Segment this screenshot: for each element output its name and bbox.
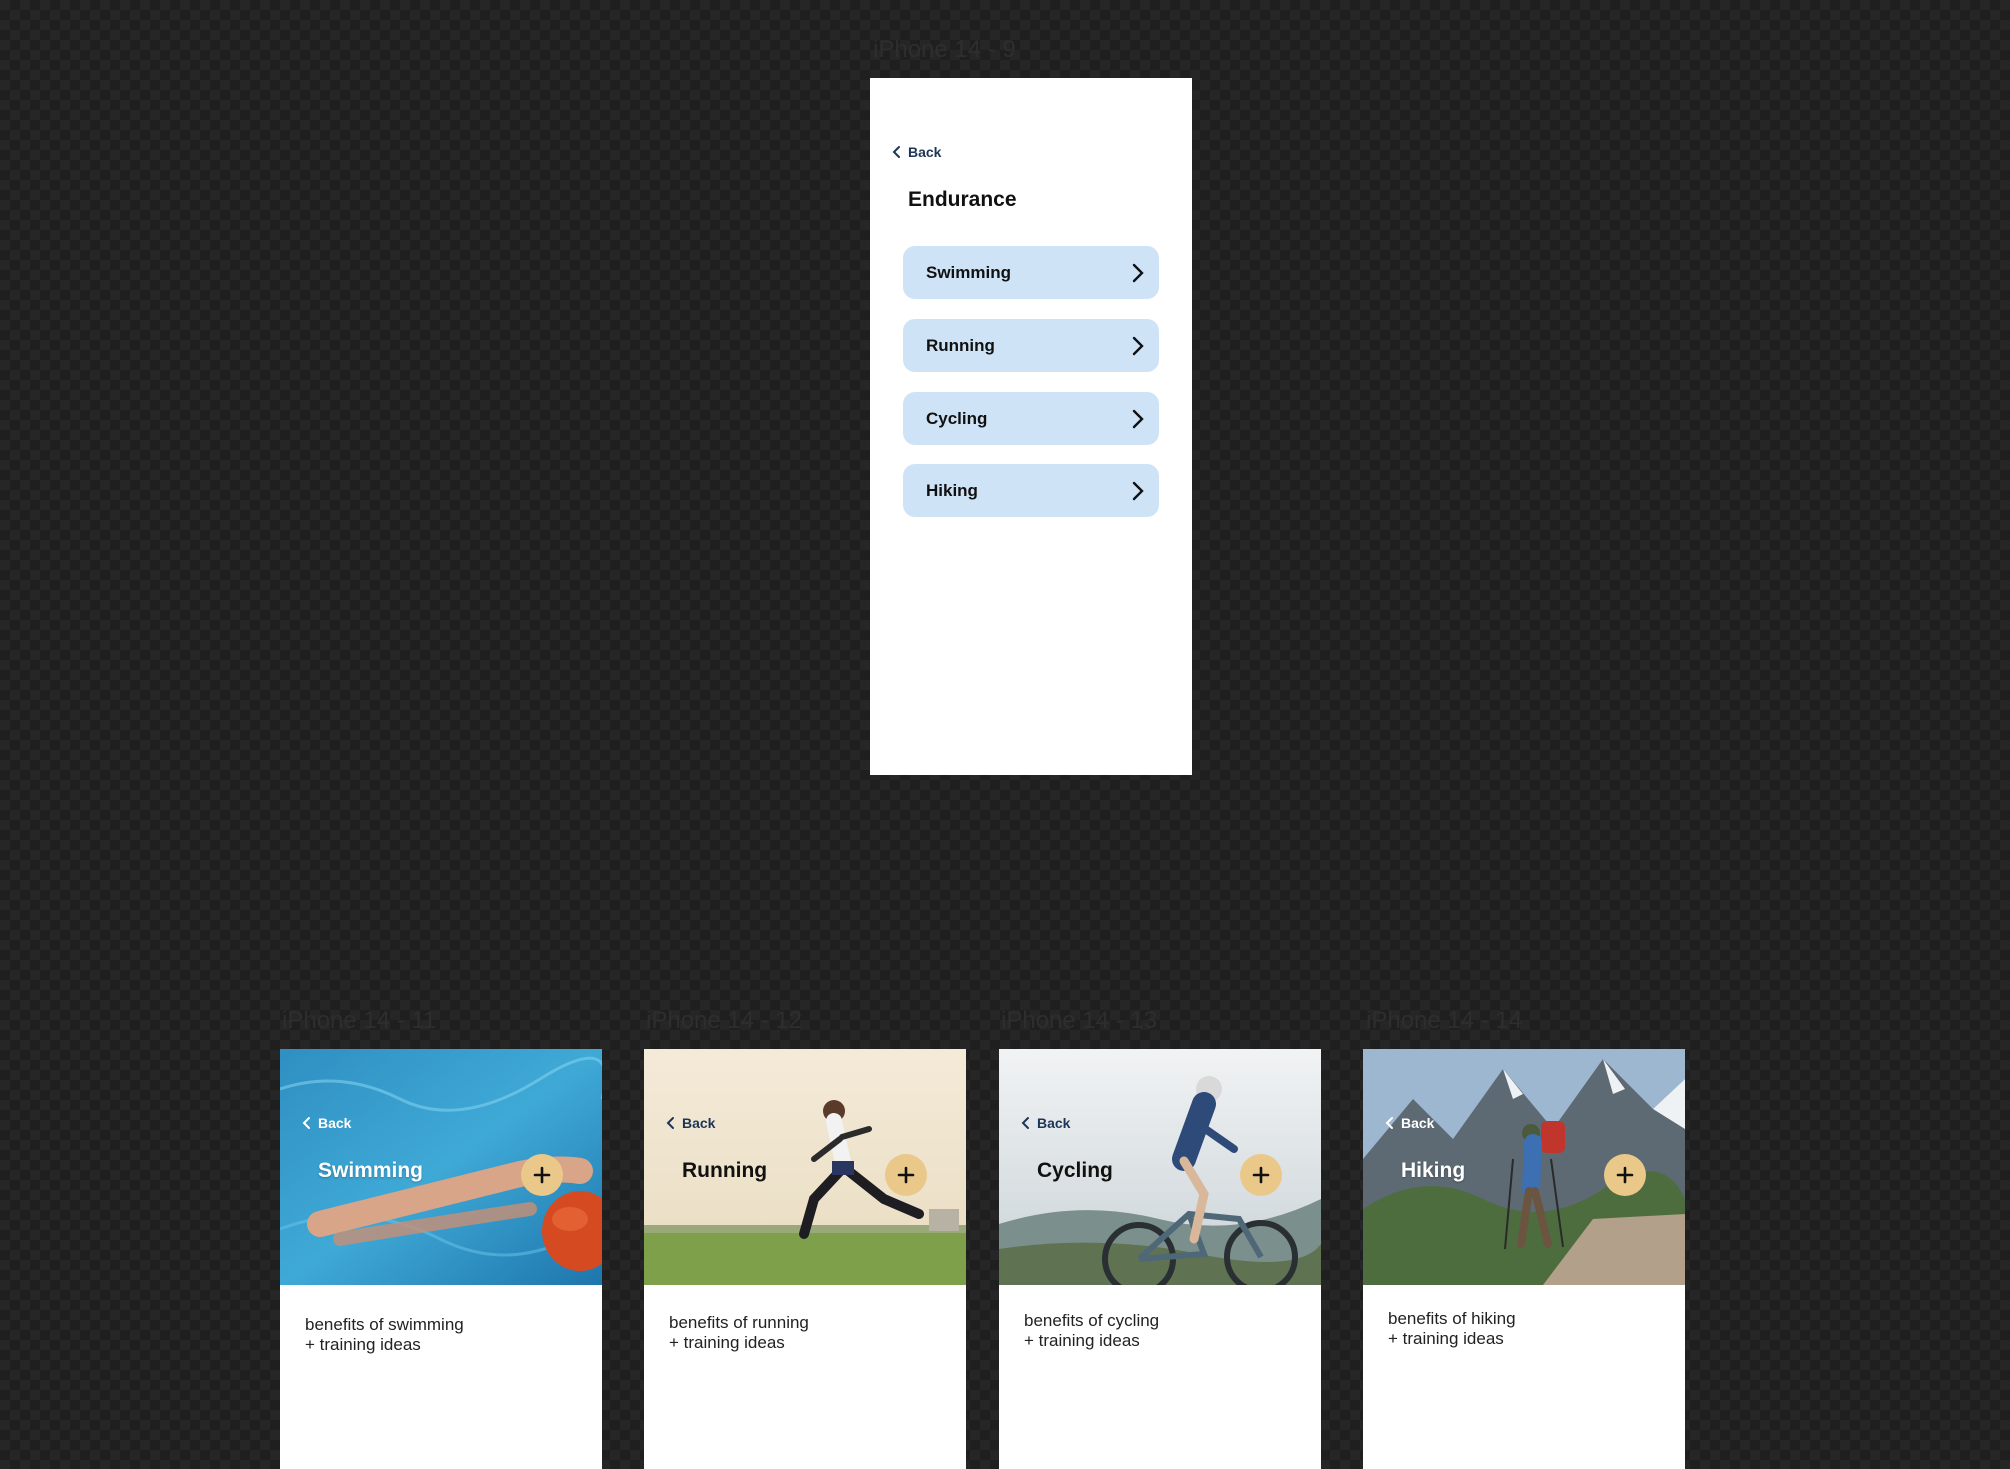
- frame-label-hiking: iPhone 14 - 14: [1366, 1007, 1523, 1034]
- hero-title: Hiking: [1401, 1159, 1466, 1182]
- plus-icon: [1252, 1166, 1270, 1184]
- plus-icon: [897, 1166, 915, 1184]
- back-label: Back: [1037, 1115, 1071, 1131]
- back-button[interactable]: Back: [302, 1115, 351, 1131]
- chevron-right-icon: [1132, 263, 1144, 282]
- add-button[interactable]: [521, 1154, 563, 1196]
- description-line: benefits of swimming: [305, 1315, 464, 1334]
- list-item-label: Cycling: [926, 408, 988, 428]
- add-button[interactable]: [1240, 1154, 1282, 1196]
- chevron-right-icon: [1132, 481, 1144, 500]
- chevron-right-icon: [1132, 409, 1144, 428]
- add-button[interactable]: [1604, 1154, 1646, 1196]
- chevron-right-icon: [1132, 336, 1144, 355]
- list-item-label: Hiking: [926, 480, 978, 500]
- list-item-label: Running: [926, 335, 995, 355]
- hero-title: Swimming: [318, 1159, 424, 1182]
- chevron-left-icon: [666, 1117, 674, 1129]
- chevron-left-icon: [302, 1117, 310, 1129]
- description-line: + training ideas: [1024, 1331, 1140, 1350]
- back-button[interactable]: Back: [666, 1115, 715, 1131]
- list-item-label: Swimming: [926, 262, 1012, 282]
- description-line: + training ideas: [1388, 1329, 1504, 1348]
- running-screen: Back Running benefits of running + train…: [644, 1049, 966, 1469]
- chevron-left-icon: [1021, 1117, 1029, 1129]
- description-line: benefits of running: [669, 1313, 809, 1332]
- description-line: + training ideas: [305, 1335, 421, 1354]
- swimming-screen: Back Swimming benefits of swimming + tra…: [280, 1049, 602, 1469]
- hiking-screen: Back Hiking benefits of hiking + trainin…: [1363, 1049, 1685, 1469]
- list-item-swimming[interactable]: Swimming: [903, 246, 1159, 299]
- back-button[interactable]: Back: [1385, 1115, 1434, 1131]
- frame-label-swimming: iPhone 14 - 11: [282, 1007, 437, 1034]
- cycling-screen: Back Cycling benefits of cycling + train…: [999, 1049, 1321, 1469]
- back-button[interactable]: Back: [892, 144, 941, 160]
- hero-title: Cycling: [1037, 1159, 1113, 1182]
- frame-label-cycling: iPhone 14 - 13: [1001, 1007, 1158, 1034]
- description-line: + training ideas: [669, 1333, 785, 1352]
- page-title: Endurance: [908, 188, 1017, 211]
- description: benefits of running + training ideas: [669, 1313, 809, 1353]
- chevron-left-icon: [892, 146, 900, 158]
- chevron-left-icon: [1385, 1117, 1393, 1129]
- frame-label-main: iPhone 14 - 9: [873, 36, 1016, 63]
- add-button[interactable]: [885, 1154, 927, 1196]
- description-line: benefits of hiking: [1388, 1309, 1516, 1328]
- back-label: Back: [1401, 1115, 1435, 1131]
- description: benefits of swimming + training ideas: [305, 1315, 464, 1355]
- back-label: Back: [682, 1115, 716, 1131]
- frame-label-running: iPhone 14 - 12: [646, 1007, 803, 1034]
- back-label: Back: [318, 1115, 352, 1131]
- description: benefits of hiking + training ideas: [1388, 1309, 1516, 1349]
- plus-icon: [533, 1166, 551, 1184]
- description-line: benefits of cycling: [1024, 1311, 1160, 1330]
- list-item-cycling[interactable]: Cycling: [903, 392, 1159, 445]
- hero-title: Running: [682, 1159, 768, 1182]
- endurance-screen: Back Endurance Swimming Running Cycling …: [870, 78, 1192, 775]
- description: benefits of cycling + training ideas: [1024, 1311, 1159, 1351]
- back-label: Back: [908, 144, 942, 160]
- list-item-hiking[interactable]: Hiking: [903, 464, 1159, 517]
- back-button[interactable]: Back: [1021, 1115, 1070, 1131]
- plus-icon: [1616, 1166, 1634, 1184]
- list-item-running[interactable]: Running: [903, 319, 1159, 372]
